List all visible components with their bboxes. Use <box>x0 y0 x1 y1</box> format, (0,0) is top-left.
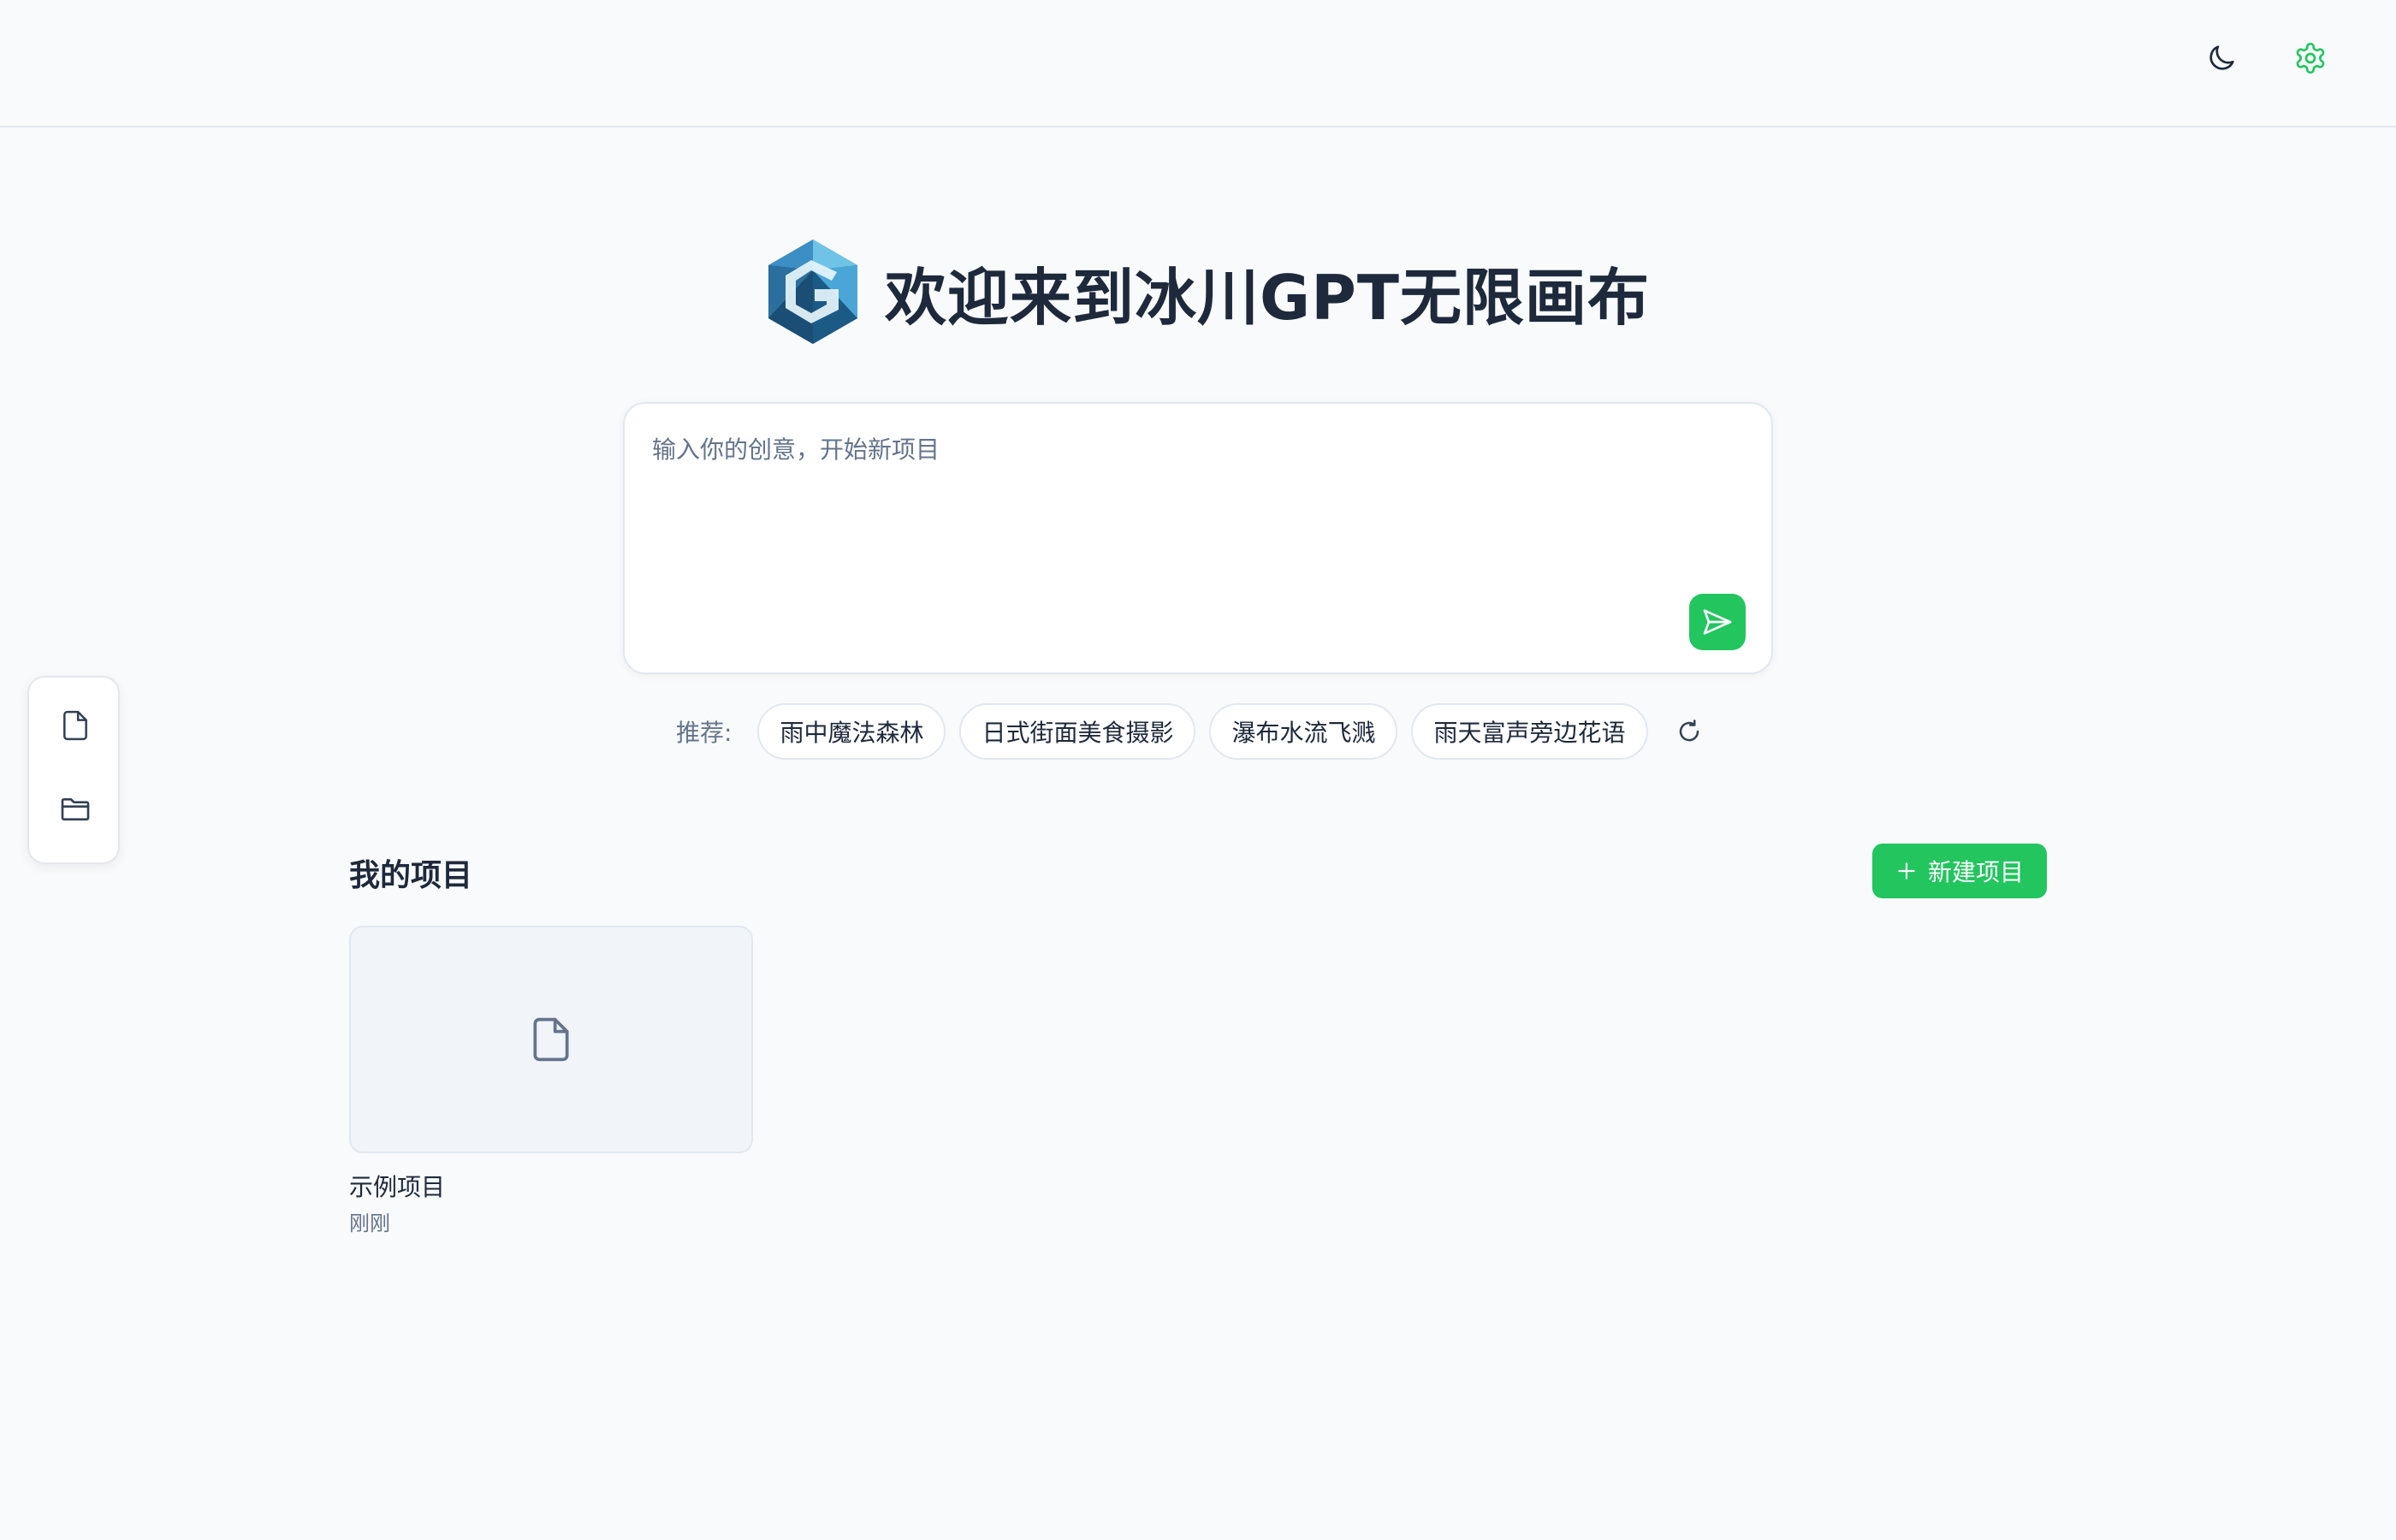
gear-icon[interactable] <box>2292 39 2329 77</box>
new-project-label: 新建项目 <box>1927 858 2024 886</box>
new-project-button[interactable]: 新建项目 <box>1872 844 2047 898</box>
prompt-box <box>623 402 1773 674</box>
top-bar <box>0 0 2396 127</box>
suggestion-label: 推荐: <box>676 719 732 747</box>
moon-icon[interactable] <box>2203 39 2240 77</box>
page-title: 欢迎来到冰川GPT无限画布 <box>885 261 1650 334</box>
file-icon <box>533 1017 569 1062</box>
refresh-icon[interactable] <box>1670 713 1708 750</box>
suggestion-chip[interactable]: 瀑布水流飞溅 <box>1209 703 1398 760</box>
project-card[interactable]: 示例项目 刚刚 <box>349 926 753 1236</box>
send-icon <box>1703 609 1732 635</box>
side-toolbar <box>27 676 120 864</box>
plus-icon <box>1895 860 1918 882</box>
send-button[interactable] <box>1689 594 1746 650</box>
suggestion-chip[interactable]: 雨中魔法森林 <box>757 703 946 760</box>
projects-title: 我的项目 <box>349 858 473 893</box>
suggestion-chip[interactable]: 日式街面美食摄影 <box>959 703 1196 760</box>
prompt-input[interactable] <box>650 429 1703 635</box>
folder-icon[interactable] <box>53 787 98 832</box>
project-time: 刚刚 <box>349 1211 390 1235</box>
project-name: 示例项目 <box>349 1173 446 1201</box>
hero: 欢迎来到冰川GPT无限画布 <box>762 236 1650 347</box>
file-icon[interactable] <box>53 703 98 748</box>
crystal-g-logo <box>768 240 857 344</box>
project-thumbnail[interactable] <box>349 926 753 1153</box>
suggestion-chip[interactable]: 雨天富声旁边花语 <box>1411 703 1648 760</box>
suggestion-row: 推荐: 雨中魔法森林 日式街面美食摄影 瀑布水流飞溅 雨天富声旁边花语 <box>676 702 1708 761</box>
